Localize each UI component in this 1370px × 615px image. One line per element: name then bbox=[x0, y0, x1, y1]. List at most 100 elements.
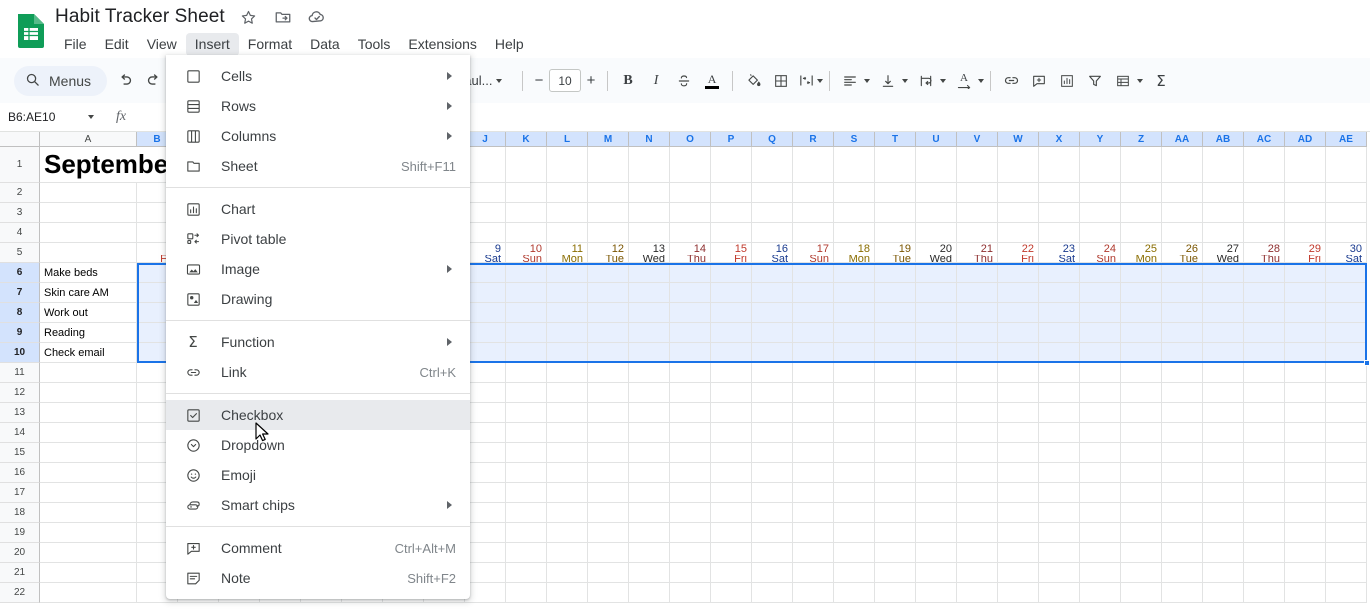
cell-U14[interactable] bbox=[916, 423, 957, 443]
cell-A21[interactable] bbox=[40, 563, 137, 583]
cell-W2[interactable] bbox=[998, 183, 1039, 203]
cell-S3[interactable] bbox=[834, 203, 875, 223]
cell-date-AE5[interactable]: 30 bbox=[1326, 243, 1367, 255]
cell-date-J5[interactable]: 9 bbox=[465, 243, 506, 255]
cell-day-R5[interactable]: Sun bbox=[793, 255, 834, 263]
cell-J16[interactable] bbox=[465, 463, 506, 483]
cell-X14[interactable] bbox=[1039, 423, 1080, 443]
row-header-6[interactable]: 6 bbox=[0, 263, 40, 283]
cell-N2[interactable] bbox=[629, 183, 670, 203]
column-header-O[interactable]: O bbox=[670, 132, 711, 147]
cell-P20[interactable] bbox=[711, 543, 752, 563]
cell-L19[interactable] bbox=[547, 523, 588, 543]
cell-W10[interactable] bbox=[998, 343, 1039, 363]
menu-item-note[interactable]: Note Shift+F2 bbox=[166, 563, 470, 593]
cell-Q18[interactable] bbox=[752, 503, 793, 523]
cell-AE6[interactable] bbox=[1326, 263, 1367, 283]
decrease-font-size-button[interactable]: − bbox=[529, 71, 549, 91]
menu-data[interactable]: Data bbox=[301, 33, 349, 56]
cell-date-Z5[interactable]: 25 bbox=[1121, 243, 1162, 255]
cell-AA7[interactable] bbox=[1162, 283, 1203, 303]
cell-S19[interactable] bbox=[834, 523, 875, 543]
column-header-L[interactable]: L bbox=[547, 132, 588, 147]
menu-item-dropdown[interactable]: Dropdown bbox=[166, 430, 470, 460]
column-header-AC[interactable]: AC bbox=[1244, 132, 1285, 147]
cell-R15[interactable] bbox=[793, 443, 834, 463]
sigma-functions-button[interactable]: Σ bbox=[1147, 67, 1175, 95]
cell-J20[interactable] bbox=[465, 543, 506, 563]
cell-Z7[interactable] bbox=[1121, 283, 1162, 303]
cell-day-AD5[interactable]: Fri bbox=[1285, 255, 1326, 263]
cell-X4[interactable] bbox=[1039, 223, 1080, 243]
cell-X20[interactable] bbox=[1039, 543, 1080, 563]
valign-chevron-down-icon[interactable] bbox=[902, 78, 909, 83]
cell-O15[interactable] bbox=[670, 443, 711, 463]
cell-A14[interactable] bbox=[40, 423, 137, 443]
cell-O19[interactable] bbox=[670, 523, 711, 543]
cell-L2[interactable] bbox=[547, 183, 588, 203]
cell-L13[interactable] bbox=[547, 403, 588, 423]
cell-date-T5[interactable]: 19 bbox=[875, 243, 916, 255]
cell-O4[interactable] bbox=[670, 223, 711, 243]
cell-P1[interactable] bbox=[711, 147, 752, 183]
cell-K2[interactable] bbox=[506, 183, 547, 203]
menu-item-checkbox[interactable]: Checkbox bbox=[166, 400, 470, 430]
cell-date-M5[interactable]: 12 bbox=[588, 243, 629, 255]
cell-Y17[interactable] bbox=[1080, 483, 1121, 503]
cell-AE10[interactable] bbox=[1326, 343, 1367, 363]
cell-U13[interactable] bbox=[916, 403, 957, 423]
cell-L7[interactable] bbox=[547, 283, 588, 303]
cell-O10[interactable] bbox=[670, 343, 711, 363]
cell-AB2[interactable] bbox=[1203, 183, 1244, 203]
cell-AE3[interactable] bbox=[1326, 203, 1367, 223]
cell-day-K5[interactable]: Sun bbox=[506, 255, 547, 263]
cell-P19[interactable] bbox=[711, 523, 752, 543]
cell-AC15[interactable] bbox=[1244, 443, 1285, 463]
cell-T2[interactable] bbox=[875, 183, 916, 203]
merge-cells-icon[interactable] bbox=[795, 67, 817, 95]
row-header-9[interactable]: 9 bbox=[0, 323, 40, 343]
cell-K20[interactable] bbox=[506, 543, 547, 563]
cell-V13[interactable] bbox=[957, 403, 998, 423]
cell-W20[interactable] bbox=[998, 543, 1039, 563]
cell-AC14[interactable] bbox=[1244, 423, 1285, 443]
cell-K13[interactable] bbox=[506, 403, 547, 423]
cell-V16[interactable] bbox=[957, 463, 998, 483]
cell-AB8[interactable] bbox=[1203, 303, 1244, 323]
font-size-input[interactable]: 10 bbox=[549, 69, 582, 92]
cell-date-Y5[interactable]: 24 bbox=[1080, 243, 1121, 255]
cell-N20[interactable] bbox=[629, 543, 670, 563]
menu-view[interactable]: View bbox=[138, 33, 186, 56]
cell-AE7[interactable] bbox=[1326, 283, 1367, 303]
cell-W8[interactable] bbox=[998, 303, 1039, 323]
cell-J8[interactable] bbox=[465, 303, 506, 323]
cell-O2[interactable] bbox=[670, 183, 711, 203]
cell-Z13[interactable] bbox=[1121, 403, 1162, 423]
cell-N13[interactable] bbox=[629, 403, 670, 423]
halign-chevron-down-icon[interactable] bbox=[864, 78, 871, 83]
cell-Y21[interactable] bbox=[1080, 563, 1121, 583]
cell-M8[interactable] bbox=[588, 303, 629, 323]
cell-date-AC5[interactable]: 28 bbox=[1244, 243, 1285, 255]
rotation-chevron-down-icon[interactable] bbox=[978, 78, 985, 83]
cell-Z15[interactable] bbox=[1121, 443, 1162, 463]
increase-font-size-button[interactable]: + bbox=[581, 71, 601, 91]
row-header-4[interactable]: 4 bbox=[0, 223, 40, 243]
menu-item-drawing[interactable]: Drawing bbox=[166, 284, 470, 314]
cell-X12[interactable] bbox=[1039, 383, 1080, 403]
cell-R14[interactable] bbox=[793, 423, 834, 443]
cell-day-AB5[interactable]: Wed bbox=[1203, 255, 1244, 263]
cell-J17[interactable] bbox=[465, 483, 506, 503]
cell-X9[interactable] bbox=[1039, 323, 1080, 343]
cell-Y22[interactable] bbox=[1080, 583, 1121, 603]
menu-item-link[interactable]: Link Ctrl+K bbox=[166, 357, 470, 387]
cell-AC1[interactable] bbox=[1244, 147, 1285, 183]
cell-J18[interactable] bbox=[465, 503, 506, 523]
cell-P9[interactable] bbox=[711, 323, 752, 343]
cell-X19[interactable] bbox=[1039, 523, 1080, 543]
cell-W12[interactable] bbox=[998, 383, 1039, 403]
cell-S18[interactable] bbox=[834, 503, 875, 523]
column-header-K[interactable]: K bbox=[506, 132, 547, 147]
cell-O16[interactable] bbox=[670, 463, 711, 483]
cell-V21[interactable] bbox=[957, 563, 998, 583]
